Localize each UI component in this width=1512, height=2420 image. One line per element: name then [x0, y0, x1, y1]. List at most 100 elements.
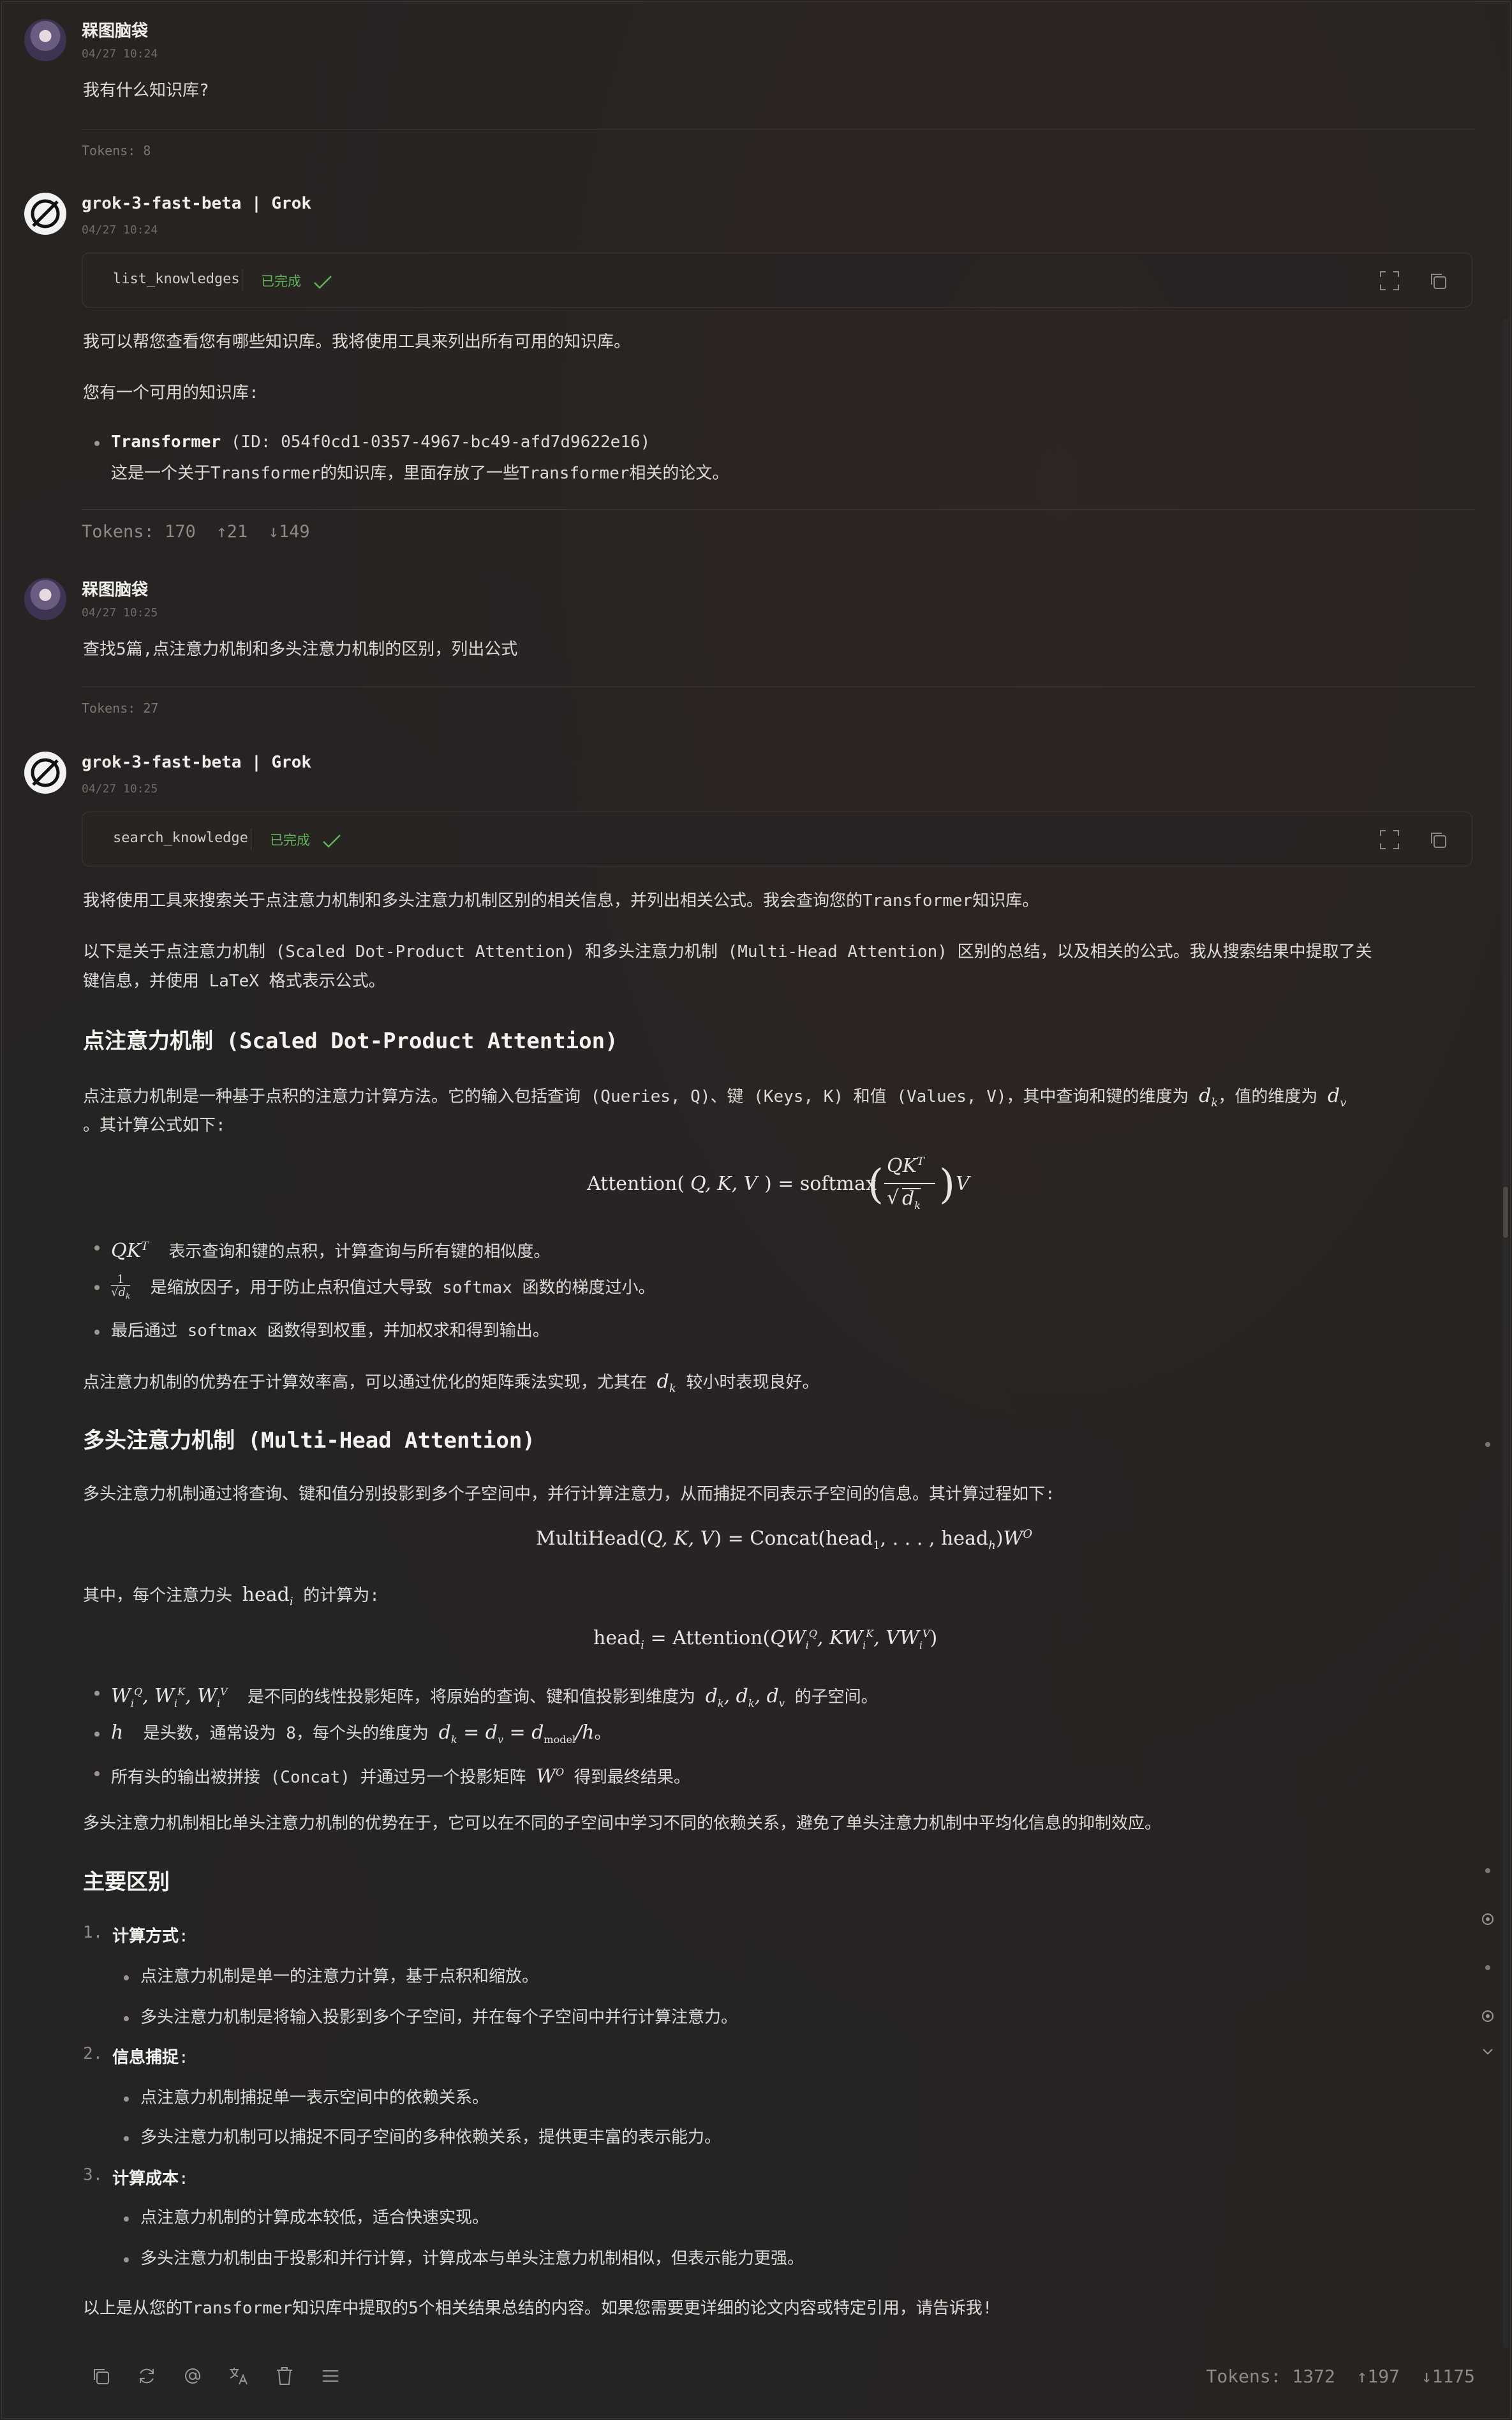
text-fragment: 是缩放因子，用于防止点积值过大导致 softmax 函数的梯度过小。: [150, 1278, 655, 1298]
regenerate-icon[interactable]: [134, 2363, 159, 2389]
tool-call-card[interactable]: search_knowledge 已完成: [82, 812, 1472, 866]
text-fragment: ，值的维度为: [1218, 1087, 1318, 1106]
user-message: 查找5篇,点注意力机制和多头注意力机制的区别，列出公式: [83, 640, 518, 659]
nav-target-icon[interactable]: [1481, 2010, 1494, 2023]
expand-icon[interactable]: [1377, 828, 1402, 852]
copy-icon[interactable]: [1426, 269, 1450, 293]
grok-avatar: [24, 752, 66, 794]
tool-name: list_knowledges: [113, 271, 240, 287]
author-name: grok-3-fast-beta | Grok: [82, 194, 312, 213]
list-item: 最后通过 softmax 函数得到权重，并加权求和得到输出。: [94, 1318, 549, 1344]
tool-status: 已完成: [261, 271, 332, 290]
text-fragment: 是不同的线性投影矩阵，将原始的查询、键和值投影到维度为: [248, 1688, 696, 1707]
token-total: Tokens: 1372: [1206, 2366, 1335, 2387]
check-icon: [313, 276, 332, 289]
nav-dot-icon[interactable]: [1481, 1961, 1494, 1974]
assistant-text: 您有一个可用的知识库:: [83, 383, 259, 403]
text-fragment: 所有头的输出被拼接 (Concat) 并通过另一个投影矩阵: [111, 1768, 526, 1787]
delete-icon[interactable]: [272, 2363, 297, 2389]
copy-icon[interactable]: [88, 2363, 114, 2389]
assistant-text: 键信息，并使用 LaTeX 格式表示公式。: [83, 972, 385, 991]
text-fragment: 点注意力机制的优势在于计算效率高，可以通过优化的矩阵乘法实现，尤其在: [83, 1373, 648, 1392]
status-label: 已完成: [270, 833, 310, 848]
grok-logo-icon: [31, 199, 60, 228]
text-fragment: 表示查询和键的点积，计算查询与所有键的相似度。: [168, 1242, 551, 1261]
nav-dot-icon[interactable]: [1481, 1438, 1494, 1451]
attention-formula: Attention( Q, K, V ) = softmax ( QKT √ dk…: [587, 1151, 982, 1221]
grok-avatar: [24, 193, 66, 235]
user-avatar: [24, 578, 66, 620]
translate-icon[interactable]: [226, 2363, 251, 2389]
assistant-text: 多头注意力机制通过将查询、键和值分别投影到多个子空间中，并行计算注意力，从而捕捉…: [83, 1485, 1055, 1504]
section-heading: 点注意力机制 (Scaled Dot-Product Attention): [83, 1028, 618, 1054]
list-item: 1 √dk 是缩放因子，用于防止点积值过大导致 softmax 函数的梯度过小。: [94, 1273, 655, 1303]
list-item: WiQ, WiK, WiV 是不同的线性投影矩阵，将原始的查询、键和值投影到维度…: [94, 1679, 878, 1716]
author-name: 槑图脑袋: [82, 22, 149, 41]
token-down: 149: [278, 522, 310, 542]
scrollbar-thumb[interactable]: [1503, 1187, 1508, 1238]
message-time: 04/27 10:25: [82, 782, 158, 796]
chevron-down-icon[interactable]: [1481, 2045, 1494, 2058]
user-avatar: [24, 19, 66, 61]
text-fragment: 的子空间。: [794, 1688, 878, 1707]
list-heading-text: 计算成本: [112, 2169, 179, 2188]
assistant-text: 其中，每个注意力头 headi 的计算为:: [83, 1584, 380, 1608]
token-total: Tokens: 170: [82, 522, 196, 542]
list-item: 多头注意力机制可以捕捉不同子空间的多种依赖关系，提供更丰富的表示能力。: [123, 2125, 721, 2150]
tool-status: 已完成: [270, 830, 341, 849]
nav-dot-icon[interactable]: [1481, 1864, 1494, 1877]
mention-icon[interactable]: [180, 2363, 205, 2389]
token-up: 197: [1367, 2366, 1400, 2387]
token-count: Tokens: 170 ↑21 ↓149: [82, 522, 310, 542]
arrow-down-icon: ↓: [268, 522, 279, 542]
kb-description: 这是一个关于Transformer的知识库，里面存放了一些Transformer…: [111, 464, 729, 483]
list-item: 多头注意力机制是将输入投影到多个子空间，并在每个子空间中并行计算注意力。: [123, 2005, 737, 2030]
message-action-bar: Tokens: 1372 ↑197 ↓1175: [0, 2343, 1512, 2407]
list-item: QKT 表示查询和键的点积，计算查询与所有键的相似度。: [94, 1234, 551, 1265]
nav-target-icon[interactable]: [1481, 1913, 1494, 1926]
list-item: 点注意力机制捕捉单一表示空间中的依赖关系。: [123, 2085, 489, 2111]
text-fragment: 得到最终结果。: [574, 1768, 690, 1787]
list-item: 多头注意力机制由于投影和并行计算，计算成本与单头注意力机制相似，但表示能力更强。: [123, 2246, 804, 2271]
tool-call-card[interactable]: list_knowledges 已完成: [82, 253, 1472, 308]
message-time: 04/27 10:24: [82, 47, 158, 61]
status-label: 已完成: [261, 274, 301, 289]
assistant-text: 以下是关于点注意力机制 (Scaled Dot-Product Attentio…: [83, 942, 1372, 961]
list-item: Transformer (ID: 054f0cd1-0357-4967-bc49…: [94, 429, 651, 455]
token-down: 1175: [1432, 2366, 1475, 2387]
text-fragment: 点注意力机制是一种基于点积的注意力计算方法。它的输入包括查询 (Queries,…: [83, 1087, 1189, 1106]
expand-icon[interactable]: [1377, 269, 1402, 293]
token-count: Tokens: 27: [82, 701, 159, 716]
scrollbar-track[interactable]: [1503, 319, 1508, 2348]
arrow-down-icon: ↓: [1421, 2366, 1432, 2387]
text-fragment: 较小时表现良好。: [686, 1373, 819, 1392]
assistant-text: 。其计算公式如下:: [83, 1116, 226, 1135]
copy-icon[interactable]: [1426, 828, 1450, 852]
author-name: 槑图脑袋: [82, 581, 149, 600]
text-fragment: 其中，每个注意力头: [83, 1586, 233, 1605]
text-fragment: 是头数，通常设为 8，每个头的维度为: [143, 1724, 429, 1743]
list-item: 点注意力机制是单一的注意力计算，基于点积和缩放。: [123, 1964, 538, 1989]
list-item: 所有头的输出被拼接 (Concat) 并通过另一个投影矩阵 WO 得到最终结果。: [94, 1760, 690, 1790]
head-formula: headi = Attention(QWiQ, KWiK, VWiV): [593, 1627, 938, 1652]
list-number: 2.: [83, 2044, 103, 2063]
multihead-formula: MultiHead(Q, K, V) = Concat(head1, . . .…: [536, 1527, 1033, 1552]
token-up: 21: [226, 522, 248, 542]
list-heading: 信息捕捉:: [112, 2048, 189, 2067]
list-number: 1.: [83, 1923, 103, 1942]
section-heading: 主要区别: [83, 1869, 170, 1895]
author-name: grok-3-fast-beta | Grok: [82, 753, 312, 772]
list-heading: 计算成本:: [112, 2169, 189, 2188]
assistant-text: 我将使用工具来搜索关于点注意力机制和多头注意力机制区别的相关信息，并列出相关公式…: [83, 891, 1039, 910]
tool-name: search_knowledge: [113, 830, 248, 846]
grok-logo-icon: [31, 758, 60, 787]
token-count: Tokens: 8: [82, 143, 151, 158]
assistant-text: 多头注意力机制相比单头注意力机制的优势在于，它可以在不同的子空间中学习不同的依赖…: [83, 1814, 1162, 1833]
menu-icon[interactable]: [318, 2363, 343, 2389]
arrow-up-icon: ↑: [1356, 2366, 1368, 2387]
divider: [82, 129, 1475, 130]
footer-token-count: Tokens: 1372 ↑197 ↓1175: [1206, 2366, 1475, 2387]
assistant-text: 以上是从您的Transformer知识库中提取的5个相关结果总结的内容。如果您需…: [83, 2299, 993, 2318]
kb-id: (ID: 054f0cd1-0357-4967-bc49-afd7d9622e1…: [230, 433, 651, 452]
assistant-text: 我可以帮您查看您有哪些知识库。我将使用工具来列出所有可用的知识库。: [83, 332, 631, 352]
